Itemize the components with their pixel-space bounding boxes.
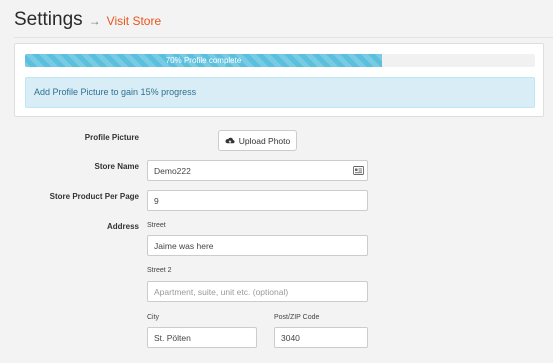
progress-tip-alert: Add Profile Picture to gain 15% progress [25,77,535,108]
products-per-page-input[interactable] [147,190,368,211]
progress-label: 70% Profile complete [165,56,242,65]
profile-progress-card: 70% Profile complete Add Profile Picture… [14,43,544,117]
city-label: City [147,314,160,321]
cloud-upload-icon [225,137,235,143]
page-header: Settings → Visit Store [14,9,161,31]
street2-label: Street 2 [147,267,172,274]
street-label: Street [147,222,166,229]
profile-progress-bar: 70% Profile complete [25,54,535,67]
products-per-page-label: Store Product Per Page [49,192,139,201]
street-input[interactable] [147,235,368,256]
arrow-right-icon: → [88,14,101,28]
zip-input[interactable] [274,327,368,348]
store-name-input[interactable] [147,160,368,181]
page-title: Settings [14,9,83,30]
progress-fill: 70% Profile complete [25,54,382,67]
address-label: Address [106,222,139,231]
upload-photo-button[interactable]: Upload Photo [218,130,297,151]
street2-input[interactable] [147,281,368,302]
contact-card-icon [353,166,364,175]
store-name-label: Store Name [94,162,139,171]
header-divider [14,37,553,38]
city-input[interactable] [147,327,257,348]
profile-picture-label: Profile Picture [84,133,139,142]
upload-photo-label: Upload Photo [238,135,291,146]
zip-label: Post/ZIP Code [274,314,320,321]
visit-store-link[interactable]: Visit Store [107,14,161,28]
